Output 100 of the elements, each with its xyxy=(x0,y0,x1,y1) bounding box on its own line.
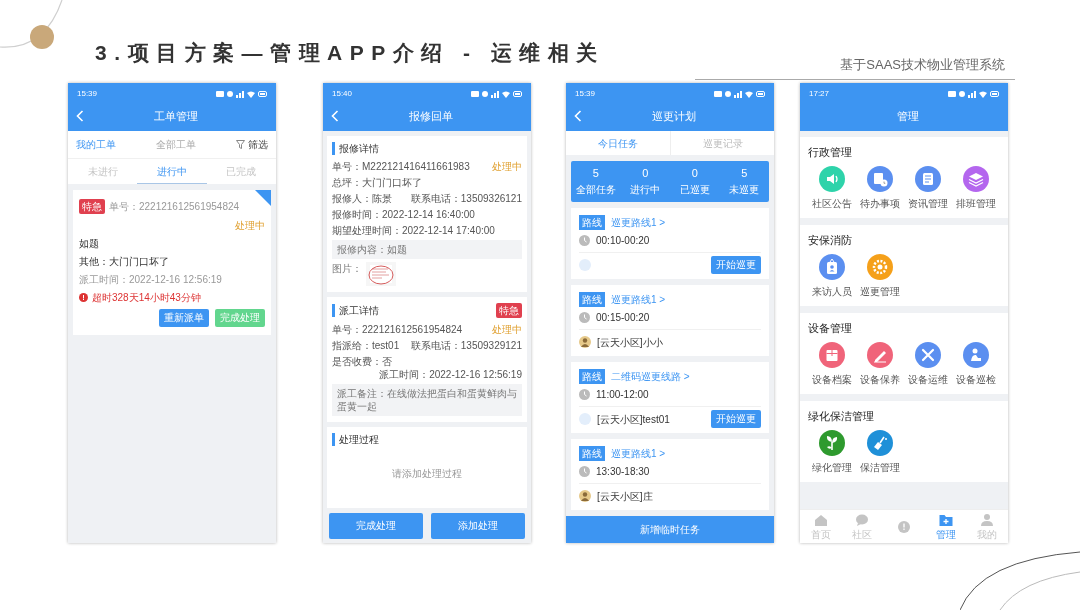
detail-text: 联系电话：13509329121 xyxy=(410,339,522,352)
patrol-task-card[interactable]: 路线 巡更路线1 > 00:10-00:20 开始巡更 xyxy=(571,208,769,279)
route-link[interactable]: 二维码巡更线路 > xyxy=(611,369,690,383)
chevron-left-icon[interactable] xyxy=(76,110,84,122)
tab-label: 社区 xyxy=(852,527,873,541)
new-task-button[interactable]: 新增临时任务 xyxy=(566,516,774,543)
action-button[interactable]: 完成处理 xyxy=(329,513,423,539)
route-tag: 路线 xyxy=(579,445,605,461)
stat-label: 未巡更 xyxy=(729,183,760,196)
menu-label: 资讯管理 xyxy=(908,197,948,210)
section-heading: 安保消防 xyxy=(808,234,853,247)
patrol-person: [云天小区]test01 xyxy=(597,412,670,426)
status-time: 15:39 xyxy=(77,88,98,100)
section-heading: 设备管理 xyxy=(808,322,853,335)
stat-label: 进行中 xyxy=(630,183,661,196)
tab-bar-item[interactable]: 社区 xyxy=(841,510,884,543)
chevron-left-icon[interactable] xyxy=(331,110,339,122)
home-icon xyxy=(812,512,829,527)
screen-title: 巡更计划 xyxy=(652,109,696,123)
detail-text: 单号：M222121416411661983 xyxy=(332,160,470,173)
chevron-left-icon[interactable] xyxy=(574,110,582,122)
menu-label: 保洁管理 xyxy=(860,461,900,474)
route-link[interactable]: 巡更路线1 > xyxy=(611,292,666,306)
patrol-person: [云天小区]庄 xyxy=(597,489,653,503)
tab[interactable]: 全部工单 xyxy=(156,138,196,151)
filter-button[interactable]: 筛选 xyxy=(236,138,268,151)
menu-label: 来访人员 xyxy=(812,285,852,298)
avatar-icon xyxy=(579,336,591,348)
time-range: 00:10-00:20 xyxy=(596,233,650,247)
route-tag: 路线 xyxy=(579,214,605,230)
menu-item[interactable]: 设备运维 xyxy=(904,342,952,386)
detail-text: 指派给：test01 xyxy=(332,339,400,352)
menu-label: 设备保养 xyxy=(860,373,900,386)
menu-label: 排班管理 xyxy=(956,197,996,210)
menu-item[interactable]: 设备档案 xyxy=(808,342,856,386)
order-description: 其他：大门门口坏了 xyxy=(79,255,170,268)
menu-item[interactable]: 设备保养 xyxy=(856,342,904,386)
menu-item[interactable]: 巡更管理 xyxy=(856,254,904,298)
detail-text: 联系电话：13509326121 xyxy=(410,192,522,205)
stat-label: 全部任务 xyxy=(575,183,616,196)
time-range: 11:00-12:00 xyxy=(596,387,649,401)
status-tab[interactable]: 进行中 xyxy=(137,159,207,184)
stat-value: 0 xyxy=(642,167,649,180)
menu-item[interactable]: 资讯管理 xyxy=(904,166,952,210)
detail-text: 总坪：大门门口坏了 xyxy=(332,176,422,189)
status-time: 15:39 xyxy=(575,88,596,100)
menu-item[interactable]: 排班管理 xyxy=(952,166,1000,210)
overdue-text: 超时328天14小时43分钟 xyxy=(92,291,201,304)
menu-label: 社区公告 xyxy=(812,197,852,210)
menu-item[interactable]: 保洁管理 xyxy=(856,430,904,474)
detail-text: 派工时间：2022-12-16 12:56:19 xyxy=(379,368,522,381)
menu-label: 设备运维 xyxy=(908,373,948,386)
folder-plus-icon xyxy=(937,512,954,527)
tab-bar-item[interactable]: 管理 xyxy=(924,510,967,543)
section-heading: 报修详情 xyxy=(332,142,379,155)
menu-item[interactable]: 绿化管理 xyxy=(808,430,856,474)
route-tag: 路线 xyxy=(579,291,605,307)
filter-icon xyxy=(236,140,245,149)
clock-icon xyxy=(579,311,590,323)
alert-icon xyxy=(79,293,88,302)
action-button[interactable]: 完成处理 xyxy=(215,309,265,327)
tab[interactable]: 今日任务 xyxy=(566,131,670,155)
menu-label: 巡更管理 xyxy=(860,285,900,298)
status-time: 17:27 xyxy=(809,88,830,100)
time-range: 00:15-00:20 xyxy=(596,310,650,324)
menu-item[interactable]: 社区公告 xyxy=(808,166,856,210)
section-heading: 处理过程 xyxy=(332,433,379,446)
clock-icon xyxy=(579,388,590,400)
route-link[interactable]: 巡更路线1 > xyxy=(611,446,666,460)
action-button[interactable]: 添加处理 xyxy=(431,513,525,539)
patrol-person: [云天小区]小小 xyxy=(597,335,663,349)
alert-circle-icon xyxy=(896,519,912,534)
avatar-icon xyxy=(579,413,591,425)
empty-hint: 请添加处理过程 xyxy=(391,467,463,481)
status-icons-drawing xyxy=(948,89,999,98)
work-order-card[interactable]: 特急 单号：222121612561954824 处理中 如题 其他：大门门口坏了 派工时间：2022-12-16 12:56:19 超时328天14小时43分钟 重新派单 完成处理 xyxy=(73,190,271,335)
stat-value: 0 xyxy=(691,167,698,180)
slide-subtitle: 基于SAAS技术物业管理系统 xyxy=(840,57,1005,72)
start-patrol-button[interactable]: 开始巡更 xyxy=(711,410,761,428)
tab[interactable]: 巡更记录 xyxy=(670,131,774,155)
menu-item[interactable]: 来访人员 xyxy=(808,254,856,298)
clock-icon xyxy=(579,234,590,246)
start-patrol-button[interactable]: 开始巡更 xyxy=(711,256,761,274)
slide-title: 3.项目方案—管理APP介绍 - 运维相关 xyxy=(95,40,605,66)
menu-label: 绿化管理 xyxy=(812,461,852,474)
route-link[interactable]: 巡更路线1 > xyxy=(611,215,666,229)
patrol-task-card[interactable]: 路线 巡更路线1 > 00:15-00:20 [云天小区]小小 xyxy=(571,285,769,356)
menu-label: 设备巡检 xyxy=(956,373,996,386)
person-icon xyxy=(979,512,996,527)
menu-item[interactable]: 设备巡检 xyxy=(952,342,1000,386)
menu-item[interactable]: 待办事项 xyxy=(856,166,904,210)
screen-title: 工单管理 xyxy=(154,109,198,123)
action-button[interactable]: 重新派单 xyxy=(159,309,209,327)
image-label: 图片： xyxy=(332,262,362,275)
stat-value: 5 xyxy=(592,167,599,180)
section-heading: 派工详情 xyxy=(332,304,379,317)
patrol-task-card[interactable]: 路线 二维码巡更线路 > 11:00-12:00 [云天小区]test01 开始巡更 xyxy=(571,362,769,433)
tab[interactable]: 我的工单 xyxy=(76,138,116,151)
stat-label: 已巡更 xyxy=(679,183,710,196)
patrol-task-card[interactable]: 路线 巡更路线1 > 13:30-18:30 [云天小区]庄 xyxy=(571,439,769,510)
